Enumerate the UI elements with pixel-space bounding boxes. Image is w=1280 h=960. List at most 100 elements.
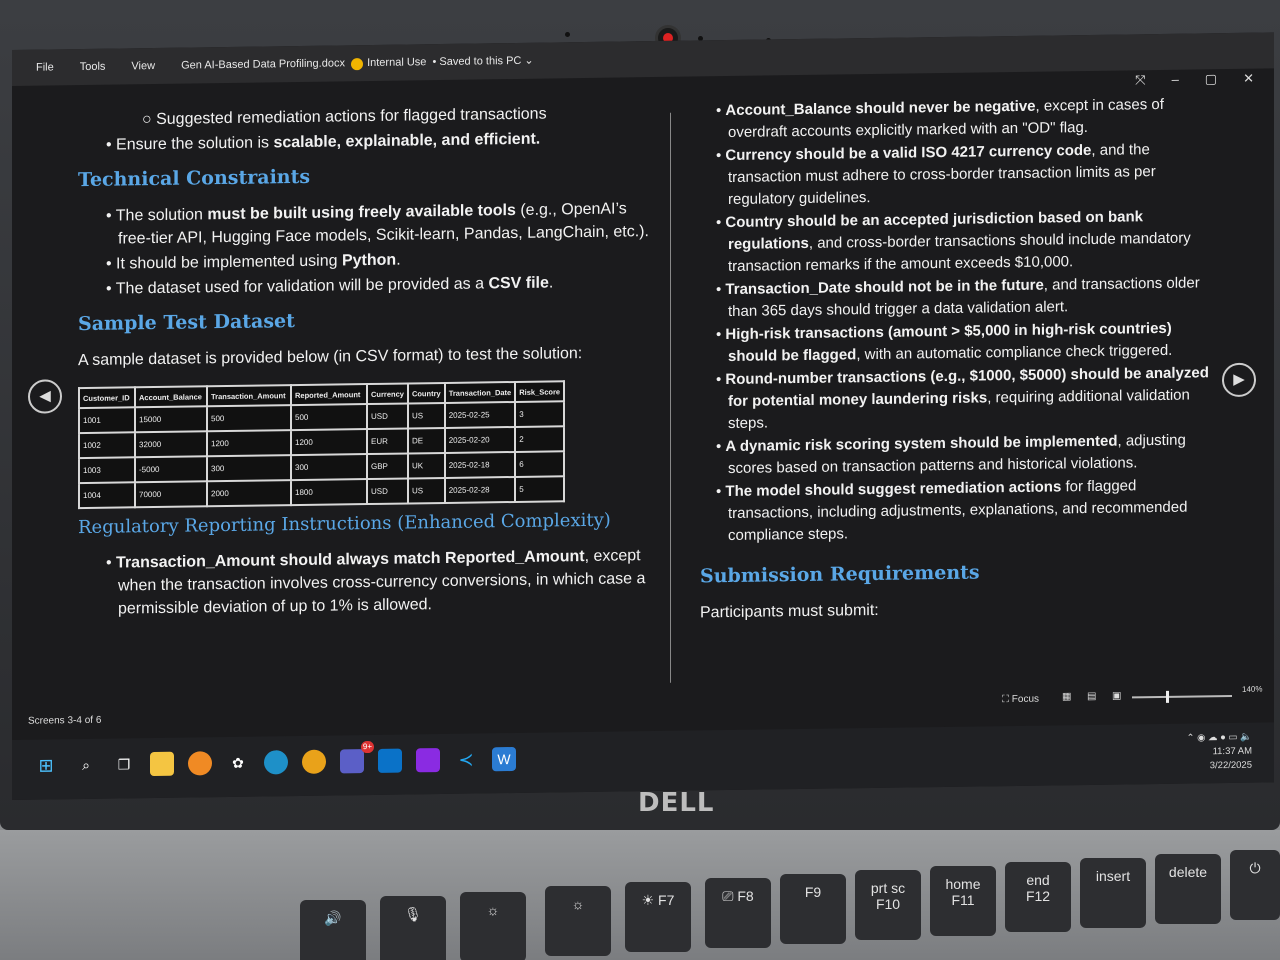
word-icon[interactable]: W [492,746,516,772]
table-cell: 2025-02-20 [444,426,516,453]
key-f9[interactable]: F9 [780,874,846,944]
document-pages: ○ Suggested remediation actions for flag… [72,93,1222,699]
document-title[interactable]: Gen AI-Based Data Profiling.docx Interna… [181,54,534,72]
sensor-dot [565,32,570,37]
next-page-button[interactable]: ▶ [1222,362,1256,398]
save-state: Saved to this PC [439,55,522,69]
laptop-bezel: File Tools View Gen AI-Based Data Profil… [0,0,1280,830]
fullscreen-icon[interactable]: ⤧ [1135,72,1145,88]
table-cell: 1200 [207,430,291,457]
table-cell: GBP [367,453,408,480]
key-f11[interactable]: home F11 [930,866,996,936]
read-mode-icon[interactable]: ▤ [1087,691,1096,702]
key-f12[interactable]: end F12 [1005,862,1071,932]
column-header: Currency [367,383,408,405]
previous-page-button[interactable]: ◀ [28,379,62,414]
table-cell: 1002 [79,432,135,459]
list-item: • The solution must be built using freel… [106,200,649,248]
table-cell: 300 [291,454,367,481]
column-header: Transaction_Amount [207,385,291,407]
menu-file[interactable]: File [36,61,54,73]
table-cell: 2025-02-28 [444,476,516,503]
zoom-slider-knob[interactable] [1166,690,1169,703]
focus-button[interactable]: ⛶ Focus [1002,694,1039,706]
list-item: • The model should suggest remediation a… [716,477,1188,545]
table-cell: 500 [291,404,367,431]
restore-button[interactable]: ▢ [1205,71,1217,87]
table-cell: DE [407,427,445,454]
focus-icon: ⛶ [1002,694,1009,706]
heading-sample-dataset: Sample Test Dataset [78,310,295,336]
dataset-intro: A sample dataset is provided below (in C… [78,345,583,370]
column-header: Country [407,382,445,404]
list-item: • Round-number transactions (e.g., $1000… [716,364,1209,433]
system-tray: ⌃ ◉ ☁ ● ▭ 🔈 11:37 AM 3/22/2025 [1187,731,1253,774]
close-button[interactable]: ✕ [1243,71,1254,87]
power-icon[interactable]: ⏻ [1230,850,1280,920]
table-cell: 2025-02-25 [444,401,516,428]
key-brightness-up[interactable]: ☼ [545,886,611,956]
table-cell: 70000 [135,481,207,508]
tray-icons[interactable]: ⌃ ◉ ☁ ● ▭ 🔈 [1187,732,1253,744]
left-page: ○ Suggested remediation actions for flag… [78,101,658,623]
zoom-slider[interactable] [1132,690,1232,703]
heading-technical-constraints: Technical Constraints [78,165,311,192]
app-icon[interactable]: ✿ [226,751,250,775]
list-item: • Transaction_Amount should always match… [106,547,646,618]
file-explorer-icon[interactable] [150,751,174,777]
windows-start-icon[interactable]: ⊞ [34,753,58,777]
column-header: Reported_Amount [291,384,367,406]
table-cell: US [407,477,445,504]
column-header: Risk_Score [515,381,565,402]
menu-view[interactable]: View [131,60,155,72]
key-f7[interactable]: ☀ F7 [625,882,691,952]
table-cell: 15000 [135,406,207,433]
minimize-button[interactable]: – [1172,72,1179,88]
window-controls: ⤧ – ▢ ✕ [1135,71,1254,89]
notification-badge: 9+ [360,740,374,754]
column-header: Customer_ID [79,387,135,409]
web-layout-icon[interactable]: ▣ [1112,691,1121,702]
key-f8[interactable]: ⎚ F8 [705,878,771,948]
table-cell: USD [367,403,408,430]
key-brightness-down[interactable]: ☼ [460,892,526,960]
dell-logo: DELL [638,788,715,818]
table-cell: 5 [515,476,565,502]
page-divider [670,112,671,683]
table-cell: 2000 [207,480,291,507]
table-cell: 1003 [79,457,135,484]
key-mic-mute[interactable]: 🎙 [380,896,446,960]
key-delete[interactable]: delete [1155,854,1221,924]
teams-icon[interactable]: 9+ [340,740,374,774]
edge-browser-icon[interactable] [264,750,288,775]
search-icon[interactable]: ⌕ [74,753,98,777]
table-cell: 32000 [135,431,207,458]
table-cell: UK [407,452,445,479]
submission-text: Participants must submit: [700,601,879,622]
vscode-icon[interactable]: ≺ [454,747,478,771]
app-icon[interactable] [416,748,440,773]
table-cell: 1001 [79,407,135,434]
chrome-browser-icon[interactable] [302,749,326,774]
table-cell: 2 [515,426,565,452]
key-insert[interactable]: insert [1080,858,1146,928]
list-item: • Currency should be a valid ISO 4217 cu… [716,141,1156,209]
screen-counter: Screens 3-4 of 6 [28,714,102,727]
outlook-icon[interactable] [378,748,402,773]
zoom-level[interactable]: 140% [1242,685,1262,694]
document-name: Gen AI-Based Data Profiling.docx [181,57,345,73]
app-icon[interactable] [188,751,212,776]
key-volume[interactable]: 🔊 [300,900,366,960]
laptop-screen: File Tools View Gen AI-Based Data Profil… [12,32,1274,801]
print-layout-icon[interactable]: ▦ [1062,691,1071,702]
menu-tools[interactable]: Tools [80,61,106,73]
chevron-down-icon[interactable]: ⌄ [524,55,533,67]
clock-time[interactable]: 11:37 AM [1213,746,1252,758]
heading-regulatory-reporting: Regulatory Reporting Instructions (Enhan… [78,509,611,539]
table-cell: 3 [515,401,565,427]
key-f10[interactable]: prt sc F10 [855,870,921,940]
clock-date[interactable]: 3/22/2025 [1210,760,1252,772]
task-view-icon[interactable]: ❐ [112,752,136,776]
table-cell: 500 [207,405,291,432]
list-item: • A dynamic risk scoring system should b… [716,431,1186,478]
